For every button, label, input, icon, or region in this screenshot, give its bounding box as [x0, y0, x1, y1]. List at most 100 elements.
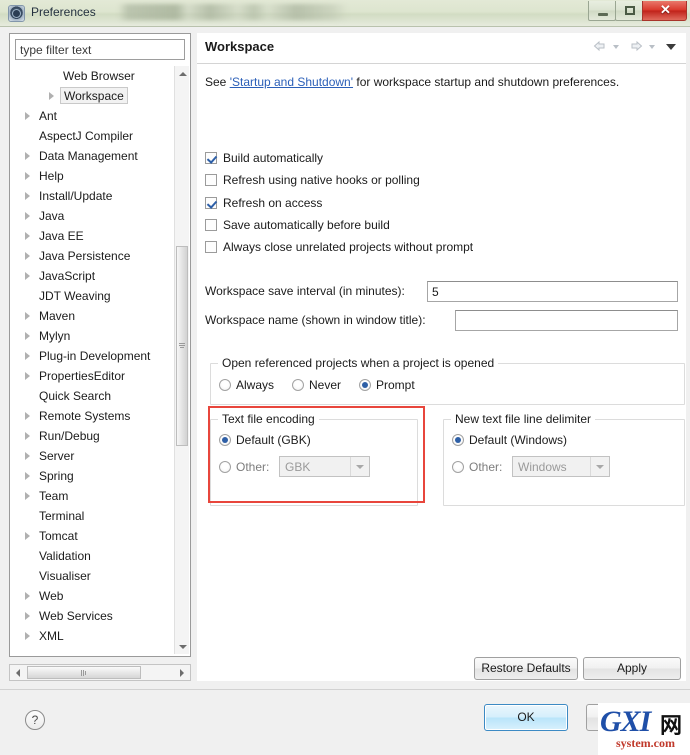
radio-open-ref-never[interactable]: Never: [292, 376, 341, 394]
expand-arrow-icon[interactable]: [25, 372, 30, 380]
radio-delimiter-default[interactable]: Default (Windows): [452, 431, 567, 449]
tree-item-aspectj-compiler[interactable]: AspectJ Compiler: [11, 126, 176, 146]
checkbox-build-automatically[interactable]: Build automatically: [205, 149, 323, 167]
apply-button[interactable]: Apply: [583, 657, 681, 680]
workspace-save-interval-input[interactable]: 5: [427, 281, 678, 302]
restore-defaults-button[interactable]: Restore Defaults: [474, 657, 578, 680]
workspace-preference-page: Workspace See 'Startup and Shutdown' for…: [197, 33, 686, 681]
tree-item-xml[interactable]: XML: [11, 626, 176, 646]
ok-button[interactable]: OK: [484, 704, 568, 731]
expand-arrow-icon[interactable]: [25, 352, 30, 360]
tree-hscroll-thumb[interactable]: [27, 666, 141, 679]
expand-arrow-icon[interactable]: [25, 632, 30, 640]
checkbox-refresh-on-access[interactable]: Refresh on access: [205, 194, 322, 212]
expand-arrow-icon[interactable]: [25, 252, 30, 260]
expand-arrow-icon[interactable]: [25, 212, 30, 220]
expand-arrow-icon[interactable]: [25, 172, 30, 180]
ok-label: OK: [517, 710, 535, 724]
tree-item-data-management[interactable]: Data Management: [11, 146, 176, 166]
tree-item-remote-systems[interactable]: Remote Systems: [11, 406, 176, 426]
tree-item-label: Visualiser: [39, 569, 91, 583]
tree-item-web-services[interactable]: Web Services: [11, 606, 176, 626]
tree-item-visualiser[interactable]: Visualiser: [11, 566, 176, 586]
tree-item-help[interactable]: Help: [11, 166, 176, 186]
tree-item-workspace[interactable]: Workspace: [11, 86, 176, 106]
tree-horizontal-scrollbar[interactable]: [9, 664, 191, 681]
radio-icon: [219, 461, 231, 473]
chevron-down-icon[interactable]: [590, 457, 609, 476]
workspace-name-input[interactable]: [455, 310, 678, 331]
radio-open-ref-always[interactable]: Always: [219, 376, 274, 394]
page-nav-icons: [590, 39, 680, 54]
tree-item-maven[interactable]: Maven: [11, 306, 176, 326]
tree-item-label: Spring: [39, 469, 74, 483]
filter-input[interactable]: type filter text: [15, 39, 185, 60]
expand-arrow-icon[interactable]: [25, 192, 30, 200]
expand-arrow-icon[interactable]: [25, 112, 30, 120]
expand-arrow-icon[interactable]: [25, 432, 30, 440]
expand-arrow-icon[interactable]: [25, 492, 30, 500]
scroll-up-icon[interactable]: [175, 66, 189, 81]
tree-item-web-browser[interactable]: Web Browser: [11, 66, 176, 86]
tree-item-java-persistence[interactable]: Java Persistence: [11, 246, 176, 266]
forward-arrow-icon[interactable]: [628, 39, 644, 54]
tree-vertical-scrollbar[interactable]: [174, 66, 189, 654]
scroll-right-icon[interactable]: [174, 665, 190, 680]
expand-arrow-icon[interactable]: [25, 332, 30, 340]
expand-arrow-icon[interactable]: [25, 272, 30, 280]
tree-item-web[interactable]: Web: [11, 586, 176, 606]
tree-item-plug-in-development[interactable]: Plug-in Development: [11, 346, 176, 366]
title-bar[interactable]: Preferences ✕: [0, 0, 690, 27]
radio-icon: [219, 379, 231, 391]
expand-arrow-icon[interactable]: [25, 452, 30, 460]
tree-item-java[interactable]: Java: [11, 206, 176, 226]
tree-item-jdt-weaving[interactable]: JDT Weaving: [11, 286, 176, 306]
tree-item-spring[interactable]: Spring: [11, 466, 176, 486]
radio-encoding-default[interactable]: Default (GBK): [219, 431, 311, 449]
tree-item-run-debug[interactable]: Run/Debug: [11, 426, 176, 446]
back-dropdown-icon[interactable]: [610, 39, 626, 54]
delimiter-combo[interactable]: Windows: [512, 456, 610, 477]
expand-arrow-icon[interactable]: [25, 532, 30, 540]
tree-item-validation[interactable]: Validation: [11, 546, 176, 566]
tree-item-team[interactable]: Team: [11, 486, 176, 506]
scroll-left-icon[interactable]: [10, 665, 26, 680]
back-arrow-icon[interactable]: [592, 39, 608, 54]
expand-arrow-icon[interactable]: [25, 592, 30, 600]
help-button[interactable]: ?: [25, 710, 45, 730]
maximize-button[interactable]: [615, 1, 643, 21]
tree-item-server[interactable]: Server: [11, 446, 176, 466]
minimize-button[interactable]: [588, 1, 616, 21]
checkbox-always-close-unrelated-projects-without-prompt[interactable]: Always close unrelated projects without …: [205, 238, 473, 256]
tree-item-install-update[interactable]: Install/Update: [11, 186, 176, 206]
close-button[interactable]: ✕: [642, 1, 687, 21]
encoding-combo[interactable]: GBK: [279, 456, 370, 477]
tree-item-mylyn[interactable]: Mylyn: [11, 326, 176, 346]
chevron-down-icon[interactable]: [350, 457, 369, 476]
checkbox-save-automatically-before-build[interactable]: Save automatically before build: [205, 216, 390, 234]
preference-tree[interactable]: Web Browser Workspace Ant AspectJ Compiler D…: [11, 66, 190, 654]
expand-arrow-icon[interactable]: [25, 312, 30, 320]
radio-encoding-other[interactable]: Other:: [219, 458, 269, 476]
radio-open-ref-prompt[interactable]: Prompt: [359, 376, 415, 394]
expand-arrow-icon[interactable]: [25, 612, 30, 620]
tree-item-ant[interactable]: Ant: [11, 106, 176, 126]
tree-item-java-ee[interactable]: Java EE: [11, 226, 176, 246]
tree-item-quick-search[interactable]: Quick Search: [11, 386, 176, 406]
view-menu-icon[interactable]: [664, 39, 680, 54]
expand-arrow-icon[interactable]: [25, 232, 30, 240]
tree-item-javascript[interactable]: JavaScript: [11, 266, 176, 286]
startup-shutdown-link[interactable]: 'Startup and Shutdown': [230, 75, 353, 89]
tree-item-tomcat[interactable]: Tomcat: [11, 526, 176, 546]
tree-item-terminal[interactable]: Terminal: [11, 506, 176, 526]
checkbox-refresh-using-native-hooks-or-polling[interactable]: Refresh using native hooks or polling: [205, 171, 420, 189]
radio-delimiter-other[interactable]: Other:: [452, 458, 502, 476]
expand-arrow-icon[interactable]: [25, 152, 30, 160]
forward-dropdown-icon[interactable]: [646, 39, 662, 54]
scroll-down-icon[interactable]: [175, 639, 189, 654]
expand-arrow-icon[interactable]: [25, 412, 30, 420]
tree-item-propertieseditor[interactable]: PropertiesEditor: [11, 366, 176, 386]
tree-vscroll-thumb[interactable]: [176, 246, 188, 446]
expand-arrow-icon[interactable]: [49, 92, 54, 100]
expand-arrow-icon[interactable]: [25, 472, 30, 480]
